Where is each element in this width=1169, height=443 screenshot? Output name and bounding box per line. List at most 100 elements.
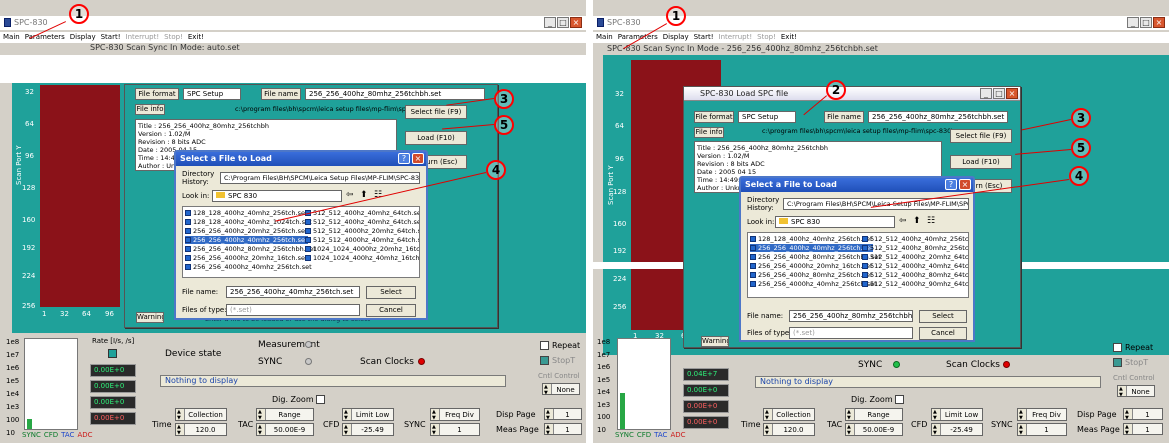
collection-stepper[interactable]: ▲ ▼ Collection <box>175 408 227 421</box>
file-format-select[interactable]: SPC Setup <box>183 88 241 100</box>
menu-interrupt[interactable]: Interrupt! <box>719 32 753 43</box>
file-info-button[interactable]: File info <box>135 104 165 115</box>
load-button[interactable]: Load (F10) <box>405 131 467 145</box>
collection-value[interactable]: ▲ ▼ 120.0 <box>175 423 227 436</box>
menu-exit[interactable]: Exit! <box>188 32 204 43</box>
minimize-button[interactable]: _ <box>1127 17 1139 28</box>
select-file-button[interactable]: Select file (F9) <box>950 129 1012 143</box>
close-button[interactable]: × <box>570 17 582 28</box>
select-file-button[interactable]: Select file (F9) <box>405 105 467 119</box>
list-item[interactable]: 128_128_400hz_40mhz_1024tch.set <box>185 218 312 226</box>
freq-div-value[interactable]: ▲ ▼ 1 <box>1017 423 1067 436</box>
list-item[interactable]: 512_512_4000hz_40mhz_64tch.set <box>305 236 419 244</box>
list-item[interactable]: 256_256_400hz_80mhz_256tchbh.set <box>185 245 316 253</box>
warning-button[interactable]: Warning <box>136 312 164 323</box>
file-name-field[interactable]: 256_256_400hz_80mhz_256tchbh.set <box>868 111 1008 123</box>
cont-control-select[interactable]: ▲ ▼ None <box>542 383 580 396</box>
menu-stop[interactable]: Stop! <box>164 32 183 43</box>
dig-zoom-checkbox[interactable] <box>316 395 325 404</box>
help-icon[interactable]: ? <box>945 179 957 190</box>
up-folder-icon[interactable]: ⬆ <box>913 216 921 226</box>
file-info-button[interactable]: File info <box>694 127 724 138</box>
collection-stepper[interactable]: ▲ ▼ Collection <box>763 408 815 421</box>
help-icon[interactable]: ? <box>398 153 410 164</box>
file-format-button[interactable]: File format <box>694 111 734 123</box>
select-button[interactable]: Select <box>919 310 967 323</box>
cont-control-select[interactable]: ▲ ▼ None <box>1117 385 1155 398</box>
list-item-selected[interactable]: 256_256_400hz_40mhz_256tch.set <box>185 236 308 244</box>
range-stepper[interactable]: ▲ ▼ Range <box>845 408 903 421</box>
list-item[interactable]: 256_256_4000hz_40mhz_256tch.set <box>750 280 877 288</box>
meas-page-stepper[interactable]: ▲ ▼ 1 <box>1123 423 1163 436</box>
list-item[interactable]: 512_512_4000hz_80mhz_64tch.set <box>862 271 968 279</box>
list-item[interactable]: 128_128_400hz_40mhz_256tch.set <box>185 209 308 217</box>
file-format-button[interactable]: File format <box>135 88 179 100</box>
back-icon[interactable]: ⇦ <box>899 216 907 226</box>
list-item-selected[interactable]: 256_256_400hz_40mhz_256tch.set <box>750 244 873 252</box>
list-item[interactable]: 1024_1024_4000hz_20mhz_16tch.set <box>305 245 419 253</box>
list-item[interactable]: 512_512_400hz_80mhz_256tch.set <box>862 244 968 252</box>
list-item[interactable]: 512_512_400hz_40mhz_256tch.set <box>862 235 968 243</box>
meas-page-stepper[interactable]: ▲ ▼ 1 <box>544 423 582 436</box>
limit-low-stepper[interactable]: ▲ ▼ Limit Low <box>931 408 983 421</box>
menu-display[interactable]: Display <box>663 32 689 43</box>
repeat-checkbox[interactable] <box>1113 343 1122 352</box>
freq-div-stepper[interactable]: ▲ ▼ Freq Div <box>1017 408 1067 421</box>
list-item[interactable]: 256_256_4000hz_40mhz_256tch.set <box>185 263 312 271</box>
limit-low-value[interactable]: ▲ ▼ -25.49 <box>342 423 394 436</box>
list-item[interactable]: 512_512_4000hz_90mhz_64tch.set <box>862 280 968 288</box>
minimize-button[interactable]: _ <box>980 88 992 99</box>
files-of-type-select[interactable]: (*.set) <box>789 327 913 339</box>
directory-history-select[interactable]: C:\Program Files\BH\SPCM\Leica Setup Fil… <box>220 172 420 184</box>
menu-parameters[interactable]: Parameters <box>618 32 658 43</box>
files-of-type-select[interactable]: (*.set) <box>226 304 360 316</box>
close-icon[interactable]: × <box>959 179 971 190</box>
file-name-input[interactable]: 256_256_400hz_80mhz_256tchbh.set <box>789 310 913 322</box>
limit-low-value[interactable]: ▲ ▼ -25.49 <box>931 423 983 436</box>
file-name-button[interactable]: File name <box>824 111 864 123</box>
disp-page-stepper[interactable]: ▲ ▼ 1 <box>1123 408 1163 421</box>
close-icon[interactable]: × <box>412 153 424 164</box>
look-in-select[interactable]: SPC 830 <box>775 216 895 228</box>
collection-value[interactable]: ▲ ▼ 120.0 <box>763 423 815 436</box>
list-item[interactable]: 512_512_400hz_40mhz_64tch.set <box>305 218 419 226</box>
directory-history-select[interactable]: C:\Program Files\BH\SPCM\Leica Setup Fil… <box>783 198 969 210</box>
list-item[interactable]: 128_128_400hz_40mhz_256tch.set <box>750 235 873 243</box>
list-item[interactable]: 1024_1024_400hz_40mhz_16tch.set <box>305 254 419 262</box>
maximize-button[interactable]: □ <box>993 88 1005 99</box>
list-item[interactable]: 256_256_4000hz_20mhz_16tch.set <box>185 254 308 262</box>
look-in-select[interactable]: SPC 830 <box>212 190 342 202</box>
stopt-checkbox[interactable] <box>1113 358 1122 367</box>
list-item[interactable]: 512_512_4000hz_20mhz_64tch.set <box>305 227 419 235</box>
close-button[interactable]: × <box>1006 88 1018 99</box>
list-item[interactable]: 256_256_400hz_80mhz_256tch.set <box>750 271 873 279</box>
maximize-button[interactable]: □ <box>557 17 569 28</box>
list-item[interactable]: 256_256_400hz_20mhz_256tch.set <box>185 227 308 235</box>
range-stepper[interactable]: ▲ ▼ Range <box>256 408 314 421</box>
load-button[interactable]: Load (F10) <box>950 155 1012 169</box>
list-item[interactable]: 512_512_4000hz_20mhz_64tch.set <box>862 253 968 261</box>
file-name-button[interactable]: File name <box>261 88 301 100</box>
cancel-button[interactable]: Cancel <box>366 304 416 317</box>
list-item[interactable]: 512_512_4000hz_40mhz_64tch.set <box>862 262 968 270</box>
range-value[interactable]: ▲ ▼ 50.00E-9 <box>845 423 903 436</box>
menu-main[interactable]: Main <box>3 32 20 43</box>
menu-interrupt[interactable]: Interrupt! <box>126 32 160 43</box>
maximize-button[interactable]: □ <box>1140 17 1152 28</box>
back-icon[interactable]: ⇦ <box>346 190 354 200</box>
menu-stop[interactable]: Stop! <box>757 32 776 43</box>
file-name-input[interactable]: 256_256_400hz_40mhz_256tch.set <box>226 286 360 298</box>
view-menu-icon[interactable]: ☷ <box>927 216 935 226</box>
freq-div-value[interactable]: ▲ ▼ 1 <box>430 423 480 436</box>
disp-page-stepper[interactable]: ▲ ▼ 1 <box>544 408 582 421</box>
minimize-button[interactable]: _ <box>544 17 556 28</box>
select-button[interactable]: Select <box>366 286 416 299</box>
cancel-button[interactable]: Cancel <box>919 327 967 340</box>
file-format-select[interactable]: SPC Setup <box>738 111 796 123</box>
menu-display[interactable]: Display <box>70 32 96 43</box>
repeat-checkbox[interactable] <box>540 341 549 350</box>
range-value[interactable]: ▲ ▼ 50.00E-9 <box>256 423 314 436</box>
menu-start[interactable]: Start! <box>694 32 714 43</box>
menu-start[interactable]: Start! <box>101 32 121 43</box>
warning-button[interactable]: Warning <box>701 336 729 347</box>
